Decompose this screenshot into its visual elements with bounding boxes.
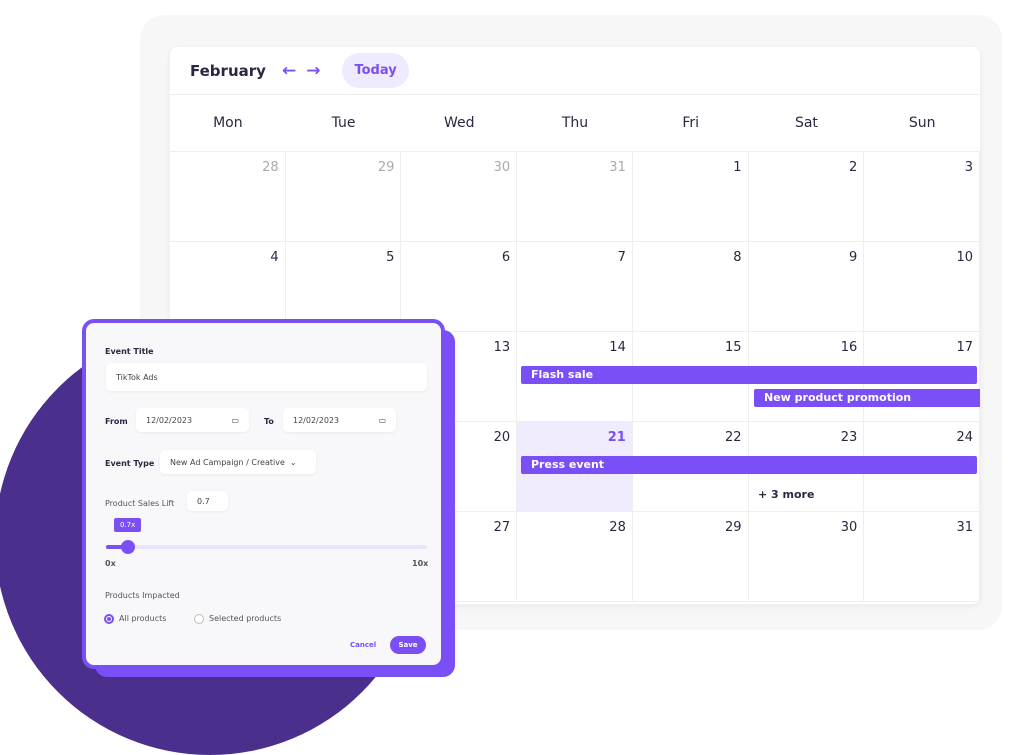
day-cell[interactable]: 10	[864, 242, 980, 332]
radio-all-products-label: All products	[119, 614, 167, 623]
day-cell[interactable]: 28	[517, 512, 633, 602]
more-events-link[interactable]: + 3 more	[758, 488, 814, 501]
calendar-icon[interactable]: ▭	[378, 416, 386, 425]
day-cell[interactable]: 1	[632, 152, 749, 242]
radio-all-products[interactable]	[104, 614, 114, 624]
from-date-value: 12/02/2023	[146, 415, 193, 425]
from-label: From	[105, 417, 128, 426]
cancel-button[interactable]: Cancel	[350, 641, 376, 649]
radio-selected-products-label: Selected products	[209, 614, 282, 623]
weekday-mon: Mon	[213, 115, 243, 131]
day-cell[interactable]: 7	[517, 242, 633, 332]
calendar-header: February ← → Today	[170, 47, 980, 95]
day-cell[interactable]: 29	[632, 512, 749, 602]
day-cell[interactable]: 8	[632, 242, 749, 332]
day-cell[interactable]: 30	[748, 512, 865, 602]
event-type-select[interactable]: New Ad Campaign / Creative ⌄	[160, 450, 316, 474]
weekday-thu: Thu	[561, 115, 589, 131]
products-impacted-label: Products Impacted	[105, 591, 180, 600]
sales-lift-input[interactable]: 0.7	[187, 491, 228, 511]
calendar-icon[interactable]: ▭	[231, 416, 239, 425]
weekday-sun: Sun	[908, 115, 936, 131]
to-date-input[interactable]: 12/02/2023 ▭	[283, 408, 396, 432]
event-flash-sale[interactable]: Flash sale	[521, 366, 977, 384]
day-cell[interactable]: 28	[170, 152, 286, 242]
weekday-sat: Sat	[794, 115, 818, 131]
sales-lift-slider[interactable]	[106, 540, 427, 554]
to-label: To	[264, 417, 274, 426]
event-press-event[interactable]: Press event	[521, 456, 977, 474]
month-title: February	[190, 61, 266, 80]
slider-min-label: 0x	[105, 559, 116, 568]
sales-lift-label: Product Sales Lift	[105, 499, 175, 508]
weekday-wed: Wed	[444, 115, 475, 131]
next-month-arrow-icon[interactable]: →	[306, 61, 320, 81]
day-cell[interactable]: 31	[864, 512, 980, 602]
from-date-input[interactable]: 12/02/2023 ▭	[136, 408, 249, 432]
chevron-down-icon: ⌄	[289, 457, 297, 467]
event-title-input[interactable]: TikTok Ads	[106, 363, 427, 391]
event-title-label: Event Title	[105, 347, 154, 356]
day-cell[interactable]: 9	[748, 242, 865, 332]
prev-month-arrow-icon[interactable]: ←	[282, 61, 296, 81]
weekday-header: Mon Tue Wed Thu Fri Sat Sun	[170, 95, 980, 152]
day-cell[interactable]: 30	[401, 152, 518, 242]
event-type-value: New Ad Campaign / Creative	[170, 457, 285, 467]
today-button[interactable]: Today	[342, 53, 409, 88]
radio-selected-products[interactable]	[194, 614, 204, 624]
slider-thumb[interactable]	[121, 540, 136, 554]
event-new-product-promotion[interactable]: New product promotion	[754, 389, 980, 407]
save-button[interactable]: Save	[390, 636, 426, 654]
day-cell[interactable]: 2	[748, 152, 865, 242]
day-cell[interactable]: 29	[285, 152, 402, 242]
event-form: Event Title TikTok Ads From 12/02/2023 ▭ …	[82, 319, 445, 669]
day-cell[interactable]: 31	[517, 152, 633, 242]
to-date-value: 12/02/2023	[293, 415, 340, 425]
weekday-tue: Tue	[331, 115, 356, 131]
slider-max-label: 10x	[412, 559, 429, 568]
day-cell[interactable]: 3	[864, 152, 980, 242]
slider-tooltip: 0.7x	[114, 518, 142, 532]
weekday-fri: Fri	[682, 115, 700, 131]
event-type-label: Event Type	[105, 459, 155, 468]
